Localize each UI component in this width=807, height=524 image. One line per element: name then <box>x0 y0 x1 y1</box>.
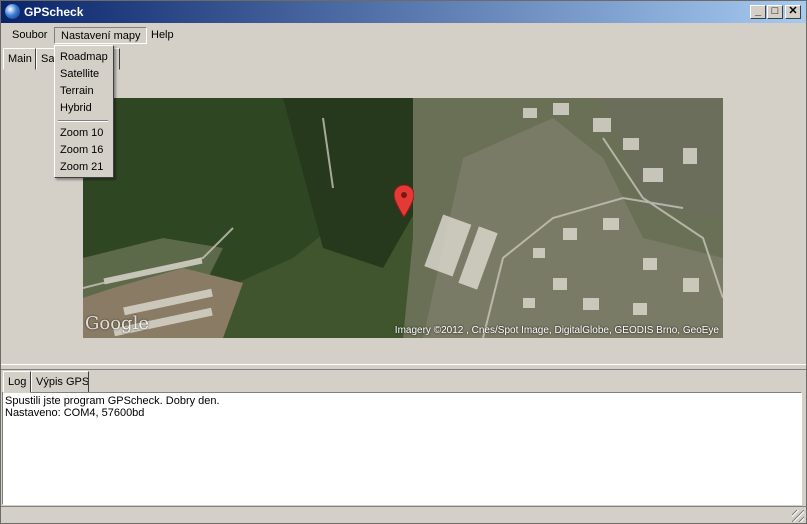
google-logo: Google <box>85 313 149 334</box>
tab-vypis-gps[interactable]: Výpis GPS <box>31 371 89 393</box>
menu-option-zoom-10[interactable]: Zoom 10 <box>55 125 113 142</box>
app-window: GPScheck _ □ ✕ Soubor Nastavení mapy Hel… <box>0 0 807 524</box>
menu-option-zoom-16[interactable]: Zoom 16 <box>55 142 113 159</box>
menu-help[interactable]: Help <box>145 27 180 44</box>
menu-option-hybrid[interactable]: Hybrid <box>55 100 113 117</box>
menu-option-satellite[interactable]: Satellite <box>55 66 113 83</box>
menu-nastaveni-mapy[interactable]: Nastavení mapy <box>54 27 148 44</box>
menu-option-terrain[interactable]: Terrain <box>55 83 113 100</box>
menu-bar: Soubor Nastavení mapy Help <box>1 25 806 45</box>
resize-grip-icon[interactable] <box>792 510 804 522</box>
tab-main[interactable]: Main <box>3 48 36 70</box>
log-line: Spustili jste program GPScheck. Dobry de… <box>5 395 220 407</box>
log-line: Nastaveno: COM4, 57600bd <box>5 407 145 419</box>
log-output[interactable]: Spustili jste program GPScheck. Dobry de… <box>2 392 802 505</box>
minimize-button[interactable]: _ <box>750 5 766 19</box>
location-pin-icon[interactable] <box>394 185 414 217</box>
menu-option-zoom-21[interactable]: Zoom 21 <box>55 159 113 176</box>
menu-soubor[interactable]: Soubor <box>6 27 53 44</box>
status-bar <box>1 506 806 524</box>
menu-option-roadmap[interactable]: Roadmap <box>55 49 113 66</box>
map-settings-menu: Roadmap Satellite Terrain Hybrid Zoom 10… <box>54 45 114 178</box>
tab-log[interactable]: Log <box>3 371 31 393</box>
menu-separator <box>58 120 108 122</box>
maximize-button[interactable]: □ <box>767 5 783 19</box>
imagery-credit: Imagery ©2012 , Cnes/Spot Image, Digital… <box>394 325 719 336</box>
globe-icon <box>5 4 20 19</box>
splitter[interactable] <box>1 364 806 370</box>
map-view[interactable]: Google Imagery ©2012 , Cnes/Spot Image, … <box>83 98 723 338</box>
satellite-imagery <box>83 98 723 338</box>
close-button[interactable]: ✕ <box>785 5 801 19</box>
window-title: GPScheck <box>24 5 84 19</box>
title-bar[interactable]: GPScheck _ □ ✕ <box>1 1 806 23</box>
